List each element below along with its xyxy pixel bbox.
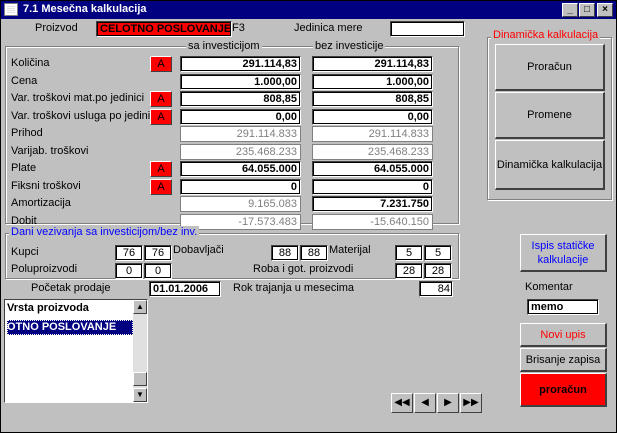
row-sa-field[interactable]: 291.114,83 — [180, 56, 301, 72]
column-header-bez: bez investicije — [313, 40, 386, 52]
row-bez-field[interactable]: 64.055.000 — [312, 161, 433, 177]
row-bez-field[interactable]: 808,85 — [312, 91, 433, 107]
row-bez-field[interactable]: 1.000,00 — [312, 74, 433, 90]
kalkulacija-window: 7.1 Mesečna kalkulacija _ □ × Proizvod C… — [0, 0, 617, 433]
dobavljaci-sa-field[interactable]: 88 — [271, 245, 299, 261]
dinamicka-title: Dinamička kalkulacija — [491, 29, 601, 41]
column-header-sa: sa investicijom — [186, 40, 262, 52]
pocetak-prodaje-field[interactable]: 01.01.2006 — [149, 281, 221, 297]
proizvod-label: Proizvod — [35, 22, 78, 34]
materijal-label: Materijal — [329, 244, 371, 256]
nav-first-button[interactable]: ◀◀ — [391, 393, 413, 413]
close-button[interactable]: × — [597, 3, 613, 17]
row-bez-field[interactable]: 0 — [312, 179, 433, 195]
proracun-button[interactable]: Proračun — [495, 44, 605, 91]
row-sa-field[interactable]: 808,85 — [180, 91, 301, 107]
row-bez-field: 291.114.833 — [312, 126, 433, 142]
ispis-staticke-button[interactable]: Ispis statičke kalkulacije — [520, 234, 607, 272]
row-sa-field[interactable]: 0 — [180, 179, 301, 195]
row-bez-field[interactable]: 291.114,83 — [312, 56, 433, 72]
row-a-button[interactable]: A — [150, 109, 172, 125]
row-label: Prihod — [11, 127, 43, 139]
roba-label: Roba i got. proizvodi — [253, 263, 354, 275]
maximize-button[interactable]: □ — [579, 3, 595, 17]
row-sa-field[interactable]: 1.000,00 — [180, 74, 301, 90]
scroll-down-icon[interactable]: ▼ — [133, 388, 147, 402]
poluproizvodi-label: Poluproizvodi — [11, 263, 78, 275]
scroll-thumb[interactable] — [133, 372, 147, 386]
poluproizvodi-sa-field[interactable]: 0 — [115, 263, 143, 279]
jedinica-mere-field[interactable] — [390, 21, 465, 37]
minimize-button[interactable]: _ — [562, 3, 578, 17]
roba-sa-field[interactable]: 28 — [395, 263, 423, 279]
rok-trajanja-label: Rok trajanja u mesecima — [233, 282, 355, 294]
row-sa-field[interactable]: 64.055.000 — [180, 161, 301, 177]
promene-button[interactable]: Promene — [495, 92, 605, 139]
scroll-up-icon[interactable]: ▲ — [133, 300, 147, 314]
row-bez-field: 235.468.233 — [312, 144, 433, 160]
row-label: Amortizacija — [11, 197, 71, 209]
dani-vezivanja-title: Dani vezivanja sa investicijom/bez inv. — [9, 226, 200, 238]
window-title: 7.1 Mesečna kalkulacija — [23, 3, 147, 15]
row-sa-field: 291.114.833 — [180, 126, 301, 142]
kupci-label: Kupci — [11, 246, 39, 258]
list-item[interactable]: OTNO POSLOVANJE — [7, 320, 133, 335]
materijal-bez-field[interactable]: 5 — [424, 245, 452, 261]
row-a-button[interactable]: A — [150, 179, 172, 195]
rok-trajanja-field[interactable]: 84 — [419, 281, 453, 297]
nav-next-button[interactable]: ▶ — [437, 393, 459, 413]
row-a-button[interactable]: A — [150, 161, 172, 177]
nav-prev-button[interactable]: ◀ — [414, 393, 436, 413]
row-label: Količina — [11, 57, 50, 69]
novi-upis-button[interactable]: Novi upis — [520, 323, 607, 347]
row-sa-field: 235.468.233 — [180, 144, 301, 160]
list-scrollbar[interactable]: ▲ ▼ — [133, 300, 147, 402]
kupci-bez-field[interactable]: 76 — [144, 245, 172, 261]
brisanje-zapisa-button[interactable]: Brisanje zapisa — [520, 348, 607, 372]
proizvod-field[interactable]: CELOTNO POSLOVANJE — [96, 21, 232, 37]
f3-hint: F3 — [232, 22, 245, 34]
dobavljaci-label: Dobavljači — [173, 244, 224, 256]
row-sa-field[interactable]: 0,00 — [180, 109, 301, 125]
nav-last-button[interactable]: ▶▶ — [460, 393, 482, 413]
vrsta-proizvoda-list[interactable]: Vrsta proizvoda OTNO POSLOVANJE ▲ ▼ — [4, 299, 148, 403]
materijal-sa-field[interactable]: 5 — [395, 245, 423, 261]
row-bez-field: -15.640.150 — [312, 214, 433, 230]
row-label: Var. troškovi mat.po jedinici — [11, 92, 145, 104]
row-a-button[interactable]: A — [150, 56, 172, 72]
vrsta-proizvoda-header: Vrsta proizvoda — [7, 302, 89, 314]
poluproizvodi-bez-field[interactable]: 0 — [144, 263, 172, 279]
form-icon — [4, 3, 18, 16]
row-label: Cena — [11, 75, 38, 87]
row-sa-field: 9.165.083 — [180, 196, 301, 212]
row-label: Var. troškovi usluga po jedinici — [11, 110, 159, 122]
row-bez-field[interactable]: 0,00 — [312, 109, 433, 125]
komentar-field[interactable]: memo — [527, 299, 599, 315]
title-bar: 7.1 Mesečna kalkulacija _ □ × — [1, 1, 616, 19]
row-label: Plate — [11, 162, 37, 174]
row-label: Fiksni troškovi — [11, 180, 81, 192]
komentar-label: Komentar — [525, 281, 573, 293]
row-a-button[interactable]: A — [150, 91, 172, 107]
dinamicka-kalkulacija-button[interactable]: Dinamička kalkulacija — [495, 140, 605, 190]
jedinica-mere-label: Jedinica mere — [294, 22, 363, 34]
proracun-red-button[interactable]: proračun — [520, 373, 607, 407]
roba-bez-field[interactable]: 28 — [424, 263, 452, 279]
row-label: Varijab. troškovi — [11, 145, 89, 157]
kupci-sa-field[interactable]: 76 — [115, 245, 143, 261]
pocetak-prodaje-label: Početak prodaje — [31, 282, 111, 294]
row-bez-field[interactable]: 7.231.750 — [312, 196, 433, 212]
dobavljaci-bez-field[interactable]: 88 — [300, 245, 328, 261]
